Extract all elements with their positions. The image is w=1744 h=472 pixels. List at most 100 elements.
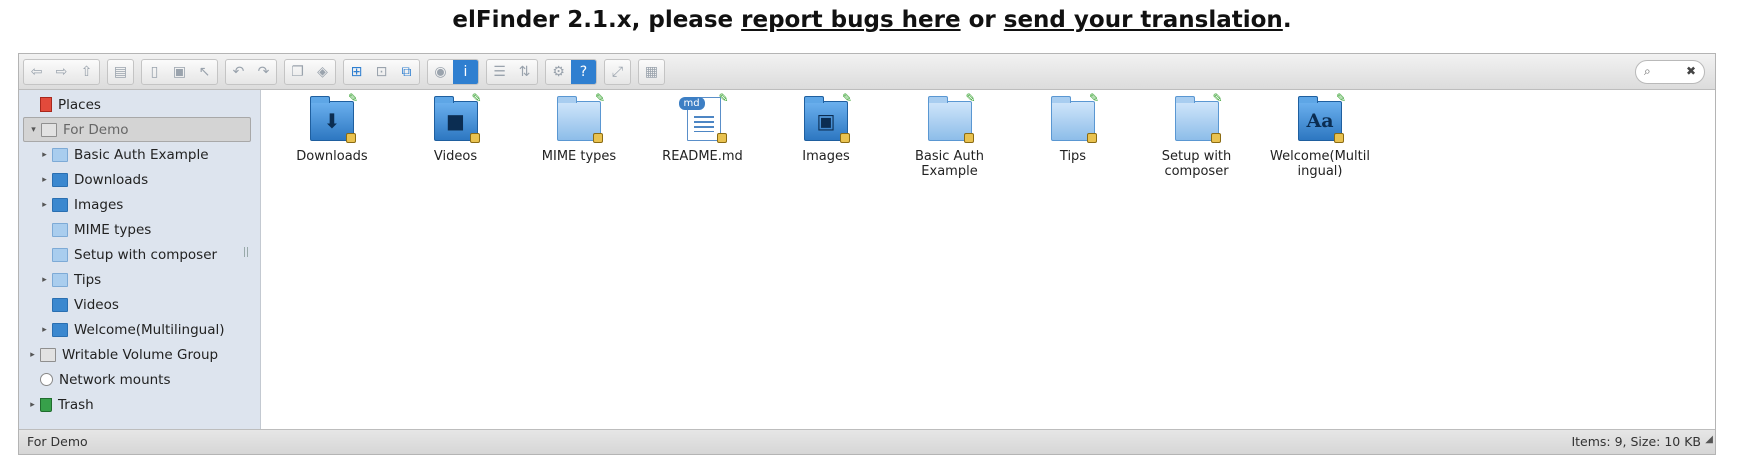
navbar-item-label: Places <box>58 96 101 113</box>
toolbar: ⌕ ✖ ⇦ ⇨ ⇧ ▤ ▯ ▣ ↖ ↶ ↷ ❐ ◈ ⊞ ⊡ ⧉ ◉ i ☰ ⇅ ⚙? ⤢ ▦ <box>19 54 1715 90</box>
toolbar-group: ▦ <box>638 59 665 85</box>
select-all-icon[interactable]: ⧉ <box>394 60 419 84</box>
select-icon[interactable]: ↖ <box>192 60 217 84</box>
expand-arrow-icon[interactable]: ▸ <box>27 400 38 410</box>
file-name: Setup with composer <box>1161 149 1232 179</box>
net-icon <box>40 373 53 386</box>
expand-arrow-icon[interactable]: ▸ <box>39 325 50 335</box>
file-item[interactable]: Aa ✎ Welcome(Multilingual) <box>1268 90 1372 179</box>
expand-arrow-icon[interactable]: ▸ <box>27 350 38 360</box>
redo-icon[interactable]: ↷ <box>251 60 276 84</box>
folder-icon: ✎ <box>1173 91 1223 143</box>
folder-dark-icon <box>52 322 68 337</box>
navbar-item-setup-with-composer[interactable]: Setup with composer <box>23 242 217 267</box>
navbar-item-network-mounts[interactable]: Network mounts <box>23 367 171 392</box>
lock-icon <box>716 133 727 143</box>
writable-pin-icon: ✎ <box>471 91 482 105</box>
file-item[interactable]: md ✎ README.md <box>651 90 755 164</box>
back-icon[interactable]: ⇦ <box>24 60 49 84</box>
home-icon[interactable]: ▤ <box>108 60 133 84</box>
file-item[interactable]: ▣ ✎ Images <box>774 90 878 164</box>
icons-view-icon[interactable]: ⊞ <box>344 60 369 84</box>
navbar-item-basic-auth-example[interactable]: ▸ Basic Auth Example <box>23 142 209 167</box>
navbar-item-places[interactable]: Places <box>23 92 101 117</box>
file-name: README.md <box>662 149 743 164</box>
navbar-item-label: Videos <box>74 296 119 313</box>
expand-arrow-icon[interactable]: ▸ <box>39 175 50 185</box>
search-box[interactable]: ⌕ ✖ <box>1635 60 1705 84</box>
status-summary: Items: 9, Size: 10 KB <box>1571 434 1701 449</box>
navbar-item-downloads[interactable]: ▸ Downloads <box>23 167 148 192</box>
folder-icon: ✎ <box>926 91 976 143</box>
expand-arrow-icon[interactable]: ▸ <box>39 150 50 160</box>
sort-icon[interactable]: ⇅ <box>512 60 537 84</box>
file-item[interactable]: ✎ Basic Auth Example <box>898 90 1002 179</box>
clear-search-icon[interactable]: ✖ <box>1686 64 1696 78</box>
up-icon[interactable]: ⇧ <box>74 60 99 84</box>
help-icon[interactable]: ? <box>571 60 596 84</box>
elfinder-window: ⌕ ✖ ⇦ ⇨ ⇧ ▤ ▯ ▣ ↖ ↶ ↷ ❐ ◈ ⊞ ⊡ ⧉ ◉ i ☰ ⇅ ⚙? ⤢ ▦ Places ▾ For De… <box>18 53 1716 455</box>
open-icon[interactable]: ▯ <box>142 60 167 84</box>
heading-text-suffix: . <box>1282 7 1292 33</box>
lock-icon <box>346 133 356 143</box>
folder-icon <box>52 247 68 262</box>
file-item[interactable]: ⬇ ✎ Downloads <box>280 90 384 164</box>
navbar-item-label: For Demo <box>63 121 129 138</box>
grid-icon[interactable]: ⊡ <box>369 60 394 84</box>
writable-pin-icon: ✎ <box>1212 91 1223 105</box>
folder-glyph: Aa <box>1306 110 1334 132</box>
fullscreen-icon[interactable]: ⤢ <box>605 60 630 84</box>
navbar-item-mime-types[interactable]: MIME types <box>23 217 151 242</box>
navbar-item-tips[interactable]: ▸ Tips <box>23 267 101 292</box>
paste-icon[interactable]: ◈ <box>310 60 335 84</box>
folder-dark-icon <box>52 197 68 212</box>
expand-arrow-icon[interactable]: ▸ <box>39 200 50 210</box>
navbar-item-for-demo[interactable]: ▾ For Demo <box>23 117 251 142</box>
navbar-item-label: Basic Auth Example <box>74 146 209 163</box>
toolbar-group: ⊞ ⊡ ⧉ <box>343 59 420 85</box>
file-name: Images <box>802 149 850 164</box>
navbar-item-writable-volume-group[interactable]: ▸ Writable Volume Group <box>23 342 218 367</box>
writable-pin-icon: ✎ <box>594 91 605 105</box>
toolbar-group: ❐ ◈ <box>284 59 336 85</box>
expand-arrow-icon[interactable]: ▾ <box>28 125 39 135</box>
navbar-item-label: Tips <box>74 271 102 288</box>
toolbar-group: ☰ ⇅ <box>486 59 538 85</box>
folder-glyph: ■ <box>446 109 465 133</box>
file-item[interactable]: ✎ Tips <box>1021 90 1125 164</box>
current-working-directory: ⬇ ✎ Downloads ■ ✎ Videos ✎ MIME types md ✎ README.… <box>262 90 1715 430</box>
navbar-item-label: Writable Volume Group <box>62 346 219 363</box>
lock-icon <box>1210 133 1221 143</box>
file-item[interactable]: ✎ MIME types <box>527 90 631 164</box>
settings-icon[interactable]: ⚙ <box>546 60 571 84</box>
copy-icon[interactable]: ❐ <box>285 60 310 84</box>
preferences-icon[interactable]: ▦ <box>639 60 664 84</box>
trash-icon <box>40 397 52 412</box>
folder-icon: ▣ ✎ <box>802 91 852 143</box>
toolbar-group: ⇦ ⇨ ⇧ <box>23 59 100 85</box>
navbar-item-welcome-multilingual[interactable]: ▸ Welcome(Multilingual) <box>23 317 224 342</box>
toolbar-group: ▤ <box>107 59 134 85</box>
navbar-resize-handle[interactable] <box>244 247 248 257</box>
file-type-badge: md <box>678 97 705 110</box>
navbar-item-trash[interactable]: ▸ Trash <box>23 392 93 417</box>
info-icon[interactable]: i <box>453 60 478 84</box>
expand-arrow-icon[interactable]: ▸ <box>39 275 50 285</box>
navbar: Places ▾ For Demo ▸ Basic Auth Example ▸ Downl… <box>19 90 261 430</box>
send-translation-link[interactable]: send your translation <box>1004 7 1283 33</box>
navbar-item-videos[interactable]: Videos <box>23 292 119 317</box>
folder-dark-icon <box>52 297 68 312</box>
heading-text-middle: or <box>960 7 1004 33</box>
list-view-icon[interactable]: ☰ <box>487 60 512 84</box>
navbar-item-label: MIME types <box>74 221 152 238</box>
file-name: Basic Auth Example <box>914 149 985 179</box>
undo-icon[interactable]: ↶ <box>226 60 251 84</box>
preview-icon[interactable]: ◉ <box>428 60 453 84</box>
resize-grip-icon[interactable]: ◢ <box>1705 428 1713 452</box>
forward-icon[interactable]: ⇨ <box>49 60 74 84</box>
save-icon[interactable]: ▣ <box>167 60 192 84</box>
file-item[interactable]: ■ ✎ Videos <box>404 90 508 164</box>
navbar-item-images[interactable]: ▸ Images <box>23 192 123 217</box>
report-bugs-link[interactable]: report bugs here <box>741 7 960 33</box>
file-item[interactable]: ✎ Setup with composer <box>1145 90 1249 179</box>
